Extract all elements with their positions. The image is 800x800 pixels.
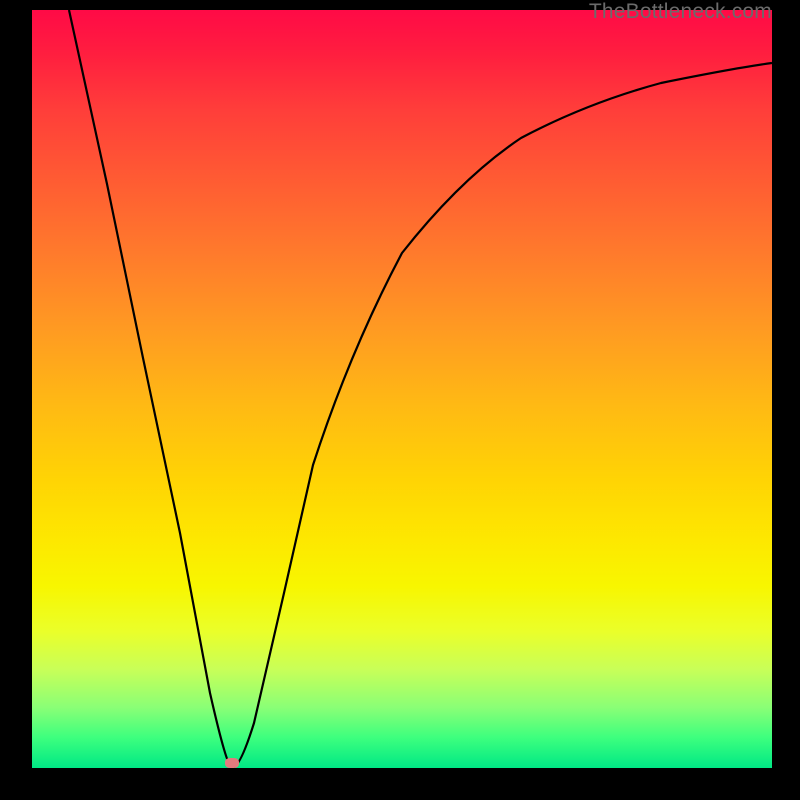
min-marker [225, 758, 239, 768]
curve-path [69, 10, 772, 768]
bottleneck-curve [32, 10, 772, 768]
chart-stage: TheBottleneck.com [0, 0, 800, 800]
plot-area [32, 10, 772, 768]
watermark-text: TheBottleneck.com [589, 0, 772, 24]
